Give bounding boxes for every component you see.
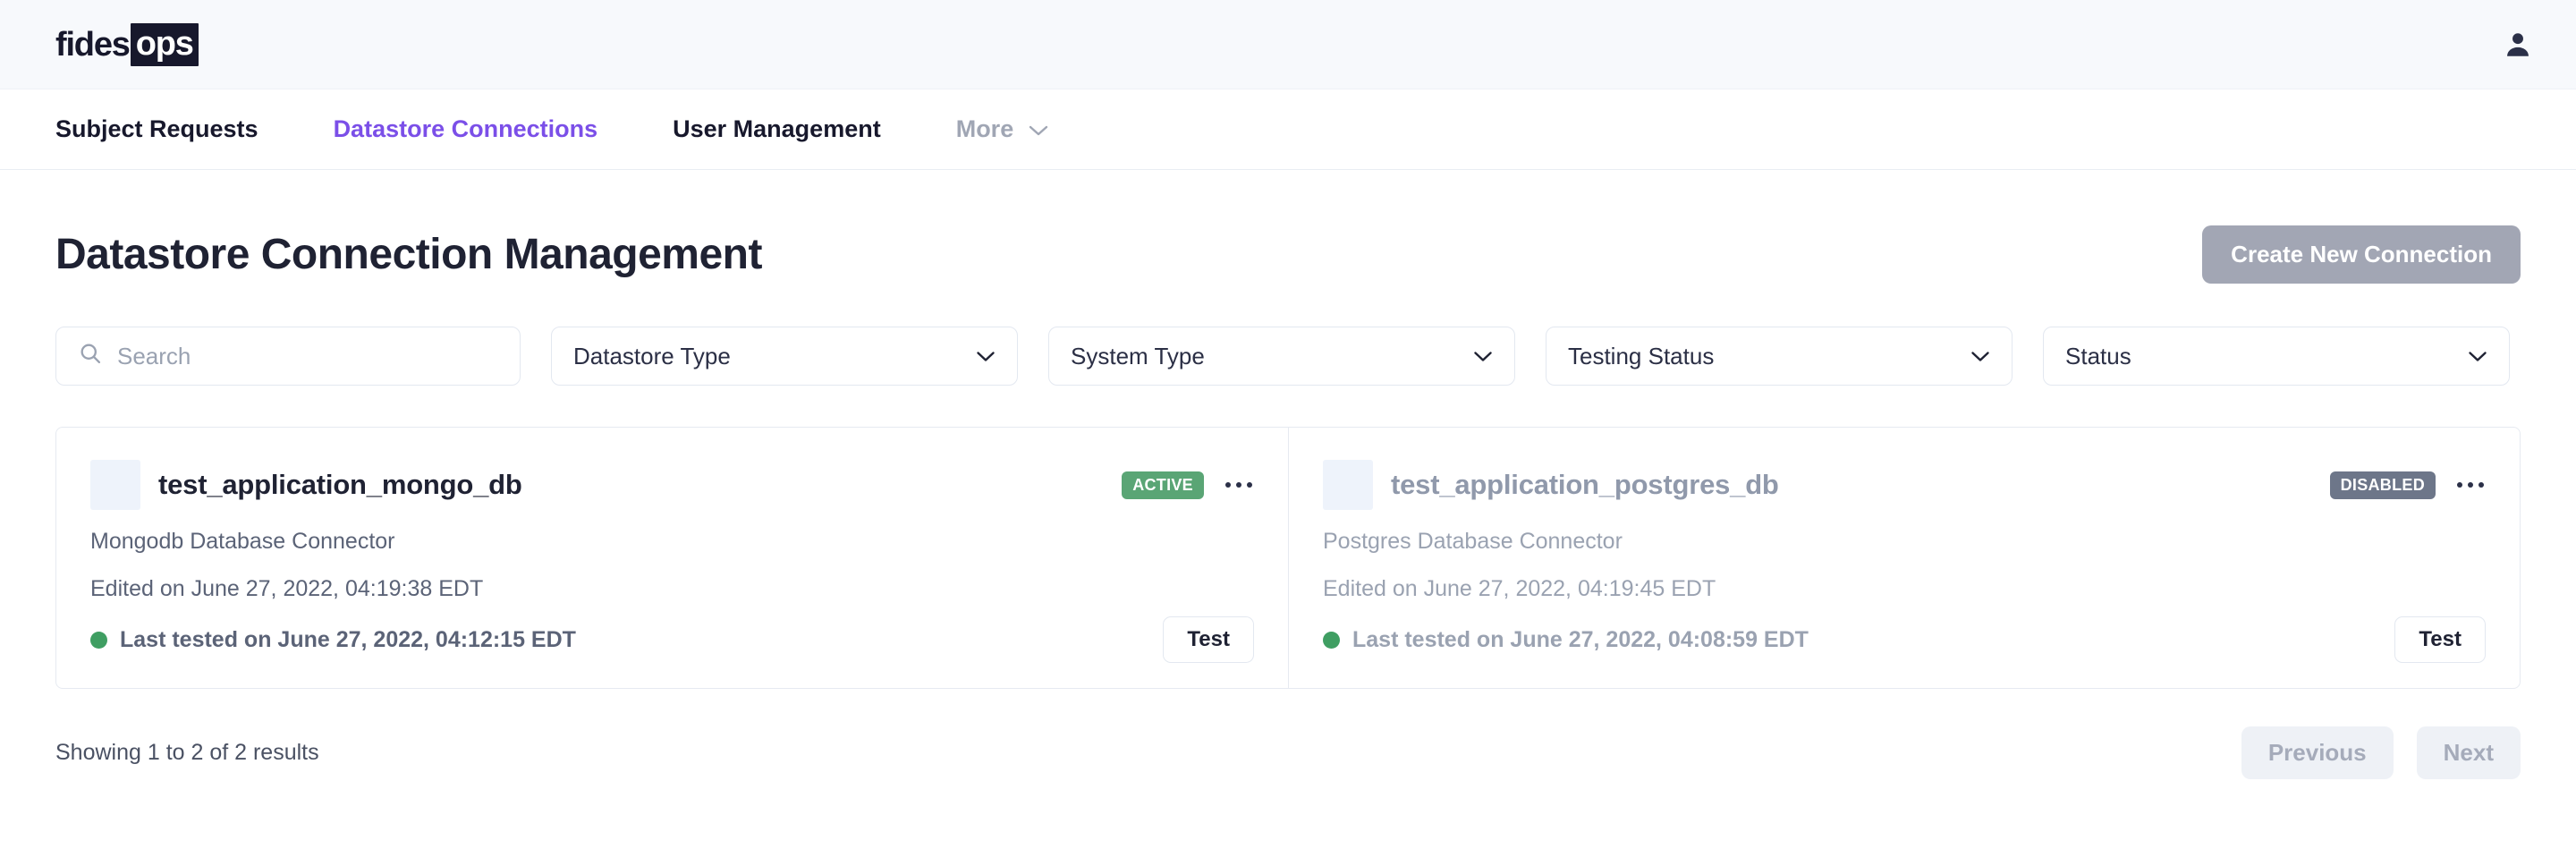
status-select[interactable]: Status — [2043, 327, 2510, 386]
connection-description: Postgres Database Connector — [1323, 529, 1623, 554]
connection-name: test_application_postgres_db — [1391, 469, 1779, 500]
chevron-down-icon — [976, 344, 996, 368]
page-header: Datastore Connection Management Create N… — [55, 170, 2521, 284]
test-connection-button[interactable]: Test — [1163, 616, 1254, 663]
connector-logo-placeholder-icon — [1323, 460, 1373, 510]
search-input[interactable]: Search — [55, 327, 521, 386]
chevron-down-icon — [1028, 115, 1049, 143]
chevron-down-icon — [1970, 344, 1990, 368]
select-label: System Type — [1071, 342, 1205, 369]
card-actions: DISABLED — [2329, 471, 2486, 499]
search-icon — [78, 341, 103, 372]
connection-description: Mongodb Database Connector — [90, 529, 395, 554]
next-page-button[interactable]: Next — [2416, 726, 2521, 779]
select-label: Status — [2065, 342, 2131, 369]
datastore-type-select[interactable]: Datastore Type — [551, 327, 1018, 386]
nav-item-more[interactable]: More — [956, 115, 1050, 143]
connection-edited-date: Edited on June 27, 2022, 04:19:45 EDT — [1323, 575, 1716, 601]
create-new-connection-button[interactable]: Create New Connection — [2202, 225, 2521, 284]
chevron-down-icon — [2468, 344, 2487, 368]
select-label: Testing Status — [1568, 342, 1715, 369]
card-footer: Last tested on June 27, 2022, 04:12:15 E… — [90, 616, 1254, 663]
last-tested-label: Last tested on June 27, 2022, 04:12:15 E… — [120, 626, 576, 652]
pagination-controls: Previous Next — [2241, 726, 2521, 779]
last-tested-status: Last tested on June 27, 2022, 04:08:59 E… — [1323, 627, 1809, 653]
select-label: Datastore Type — [573, 342, 731, 369]
card-actions: ACTIVE — [1122, 471, 1254, 499]
card-header: test_application_postgres_db DISABLED — [1323, 460, 2486, 510]
app-logo[interactable]: fides ops — [55, 22, 199, 66]
ellipsis-icon[interactable] — [2455, 477, 2486, 493]
card-identity: test_application_postgres_db — [1323, 460, 1779, 510]
status-dot-icon — [90, 631, 107, 649]
card-identity: test_application_mongo_db — [90, 460, 522, 510]
user-avatar-icon[interactable] — [2503, 30, 2533, 60]
main-navigation: Subject Requests Datastore Connections U… — [0, 89, 2576, 170]
filter-bar: Search Datastore Type System Type Testin… — [55, 327, 2521, 386]
pagination-bar: Showing 1 to 2 of 2 results Previous Nex… — [55, 726, 2521, 779]
nav-item-user-management[interactable]: User Management — [673, 115, 881, 143]
nav-item-datastore-connections[interactable]: Datastore Connections — [334, 115, 598, 143]
logo-text-ops: ops — [130, 22, 199, 66]
status-badge: DISABLED — [2329, 471, 2436, 499]
logo-text-fides: fides — [55, 25, 131, 64]
status-badge: ACTIVE — [1122, 471, 1204, 499]
connection-card-grid: test_application_mongo_db ACTIVE Mongodb… — [55, 427, 2521, 689]
connection-name: test_application_mongo_db — [158, 469, 522, 500]
nav-label: Subject Requests — [55, 115, 258, 142]
system-type-select[interactable]: System Type — [1048, 327, 1515, 386]
card-footer: Last tested on June 27, 2022, 04:08:59 E… — [1323, 616, 2486, 663]
test-connection-button[interactable]: Test — [2394, 616, 2486, 663]
status-dot-icon — [1323, 631, 1340, 649]
last-tested-status: Last tested on June 27, 2022, 04:12:15 E… — [90, 627, 576, 653]
connection-card[interactable]: test_application_mongo_db ACTIVE Mongodb… — [56, 428, 1288, 688]
nav-label: User Management — [673, 115, 881, 142]
main-content: Datastore Connection Management Create N… — [0, 170, 2576, 779]
connection-edited-date: Edited on June 27, 2022, 04:19:38 EDT — [90, 575, 484, 601]
nav-item-subject-requests[interactable]: Subject Requests — [55, 115, 258, 143]
nav-label: More — [955, 115, 1014, 142]
connector-logo-placeholder-icon — [90, 460, 140, 510]
search-placeholder: Search — [117, 342, 191, 369]
ellipsis-icon[interactable] — [1224, 477, 1254, 493]
previous-page-button[interactable]: Previous — [2241, 726, 2394, 779]
chevron-down-icon — [1473, 344, 1493, 368]
last-tested-label: Last tested on June 27, 2022, 04:08:59 E… — [1352, 626, 1809, 652]
connection-card[interactable]: test_application_postgres_db DISABLED Po… — [1288, 428, 2520, 688]
testing-status-select[interactable]: Testing Status — [1546, 327, 2012, 386]
nav-label: Datastore Connections — [333, 115, 598, 142]
top-bar: fides ops — [0, 0, 2576, 89]
card-header: test_application_mongo_db ACTIVE — [90, 460, 1254, 510]
results-count: Showing 1 to 2 of 2 results — [55, 740, 319, 765]
page-title: Datastore Connection Management — [55, 231, 762, 278]
